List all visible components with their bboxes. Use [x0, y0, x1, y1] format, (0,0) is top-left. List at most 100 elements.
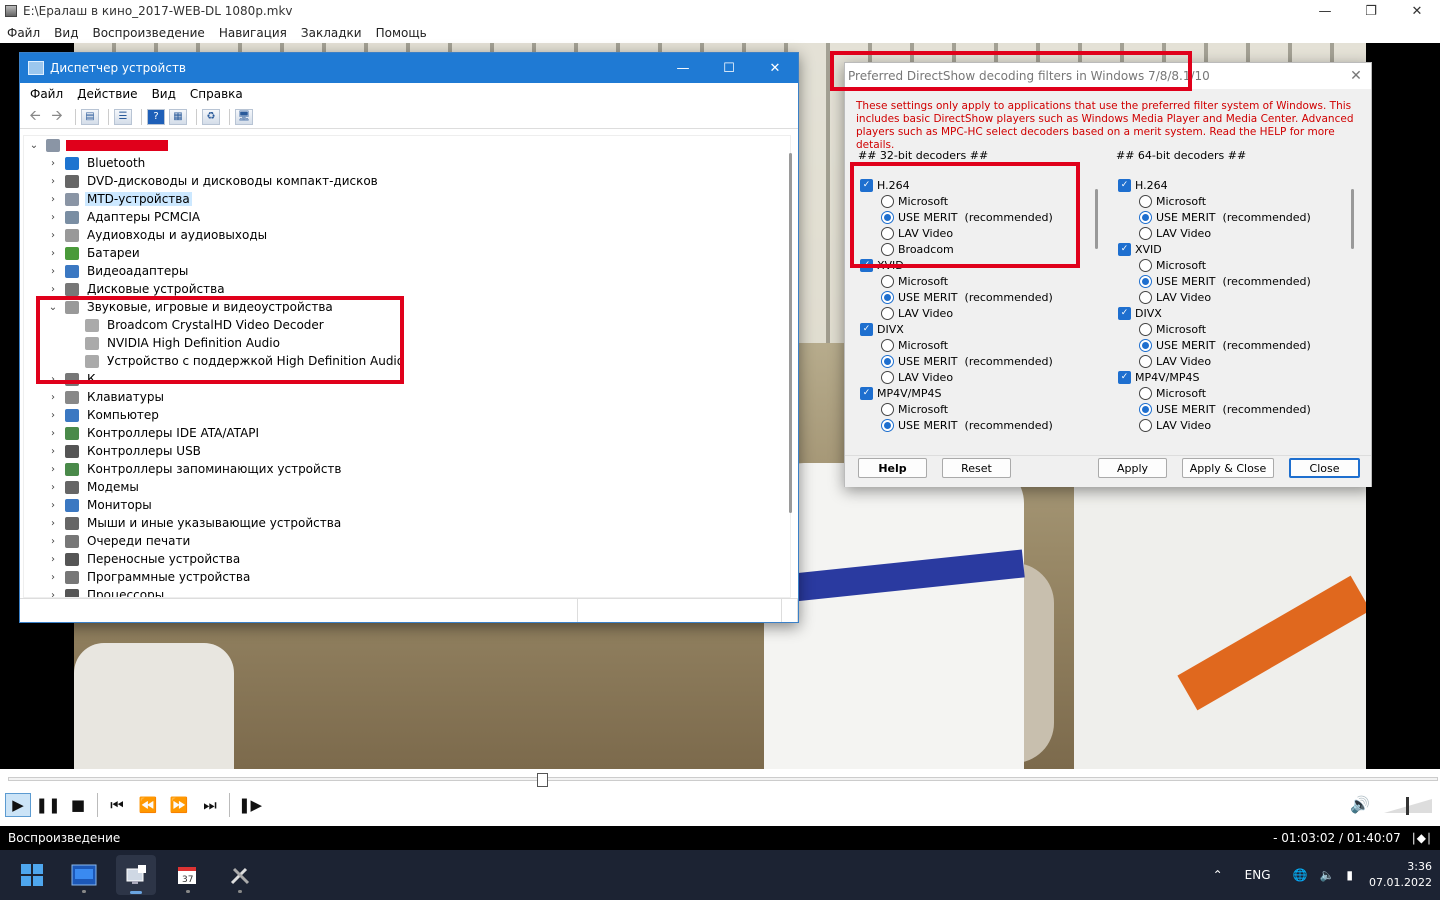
seek-bar[interactable]	[8, 777, 1438, 781]
tree-category[interactable]: › MTD-устройства	[24, 190, 790, 208]
decoder-option[interactable]: USE MERIT (recommended)	[1118, 401, 1348, 417]
chevron-right-icon[interactable]: ›	[47, 446, 59, 457]
tree-category[interactable]: ⌄ Звуковые, игровые и видеоустройства	[24, 298, 790, 316]
chevron-right-icon[interactable]: ›	[47, 554, 59, 565]
codec-checkbox-row[interactable]: ✓ XVID	[1118, 241, 1348, 257]
radio-icon[interactable]	[1139, 402, 1152, 416]
minimize-icon[interactable]: —	[1302, 0, 1348, 22]
decoder-option[interactable]: USE MERIT (recommended)	[860, 289, 1090, 305]
taskbar-app-devmgr[interactable]	[116, 855, 156, 895]
decoder-option[interactable]: USE MERIT (recommended)	[1118, 209, 1348, 225]
menu-action[interactable]: Действие	[77, 87, 137, 101]
chevron-right-icon[interactable]: ›	[47, 464, 59, 475]
tree-category[interactable]: › Контроллеры запоминающих устройств	[24, 460, 790, 478]
reset-button[interactable]: Reset	[942, 458, 1011, 478]
tree-category[interactable]: › Аудиовходы и аудиовыходы	[24, 226, 790, 244]
chevron-right-icon[interactable]: ›	[47, 230, 59, 241]
tree-device[interactable]: Broadcom CrystalHD Video Decoder	[24, 316, 790, 334]
tree-category[interactable]: › DVD-дисководы и дисководы компакт-диско…	[24, 172, 790, 190]
decoder-option[interactable]: Microsoft	[860, 193, 1090, 209]
decoder-option[interactable]: Broadcom	[860, 241, 1090, 257]
menu-file[interactable]: Файл	[7, 26, 40, 40]
menu-file[interactable]: Файл	[30, 87, 63, 101]
tree-category[interactable]: › Адаптеры PCMCIA	[24, 208, 790, 226]
checkbox-checked-icon[interactable]: ✓	[1118, 178, 1131, 192]
tree-category[interactable]: › Переносные устройства	[24, 550, 790, 568]
volume-icon[interactable]: 🔊	[1350, 795, 1370, 814]
help-icon[interactable]: ?	[147, 108, 165, 125]
tree-category[interactable]: › Программные устройства	[24, 568, 790, 586]
radio-icon[interactable]	[881, 418, 894, 432]
frame-step-button[interactable]: ❚▶	[237, 793, 263, 817]
tree-category[interactable]: › Батареи	[24, 244, 790, 262]
col32-scrollbar[interactable]	[1095, 189, 1098, 249]
chevron-right-icon[interactable]: ›	[47, 212, 59, 223]
menu-play[interactable]: Воспроизведение	[92, 26, 204, 40]
chevron-down-icon[interactable]: ⌄	[47, 302, 59, 313]
minimize-icon[interactable]: —	[660, 57, 706, 79]
menu-help[interactable]: Справка	[190, 87, 243, 101]
chevron-right-icon[interactable]: ›	[47, 248, 59, 259]
decoder-option[interactable]: LAV Video	[1118, 225, 1348, 241]
radio-icon[interactable]	[1139, 226, 1152, 240]
checkbox-checked-icon[interactable]: ✓	[860, 258, 873, 272]
radio-icon[interactable]	[881, 306, 894, 320]
checkbox-checked-icon[interactable]: ✓	[1118, 370, 1131, 384]
menu-favorites[interactable]: Закладки	[301, 26, 362, 40]
radio-icon[interactable]	[1139, 194, 1152, 208]
tree-category[interactable]: › К...	[24, 370, 790, 388]
start-button[interactable]	[12, 855, 52, 895]
radio-icon[interactable]	[881, 354, 894, 368]
pause-button[interactable]: ❚❚	[35, 793, 61, 817]
menu-view[interactable]: Вид	[54, 26, 78, 40]
codec-checkbox-row[interactable]: ✓ MP4V/MP4S	[1118, 369, 1348, 385]
tree-category[interactable]: › Клавиатуры	[24, 388, 790, 406]
decoder-option[interactable]: LAV Video	[860, 225, 1090, 241]
update-driver-icon[interactable]: ♻	[202, 108, 220, 125]
chevron-right-icon[interactable]: ›	[47, 590, 59, 598]
decoder-option[interactable]: USE MERIT (recommended)	[860, 353, 1090, 369]
maximize-icon[interactable]: ❐	[1348, 0, 1394, 22]
decoder-option[interactable]: USE MERIT (recommended)	[1118, 337, 1348, 353]
properties-icon[interactable]: ▤	[81, 108, 99, 125]
chevron-right-icon[interactable]: ›	[47, 374, 59, 385]
radio-icon[interactable]	[881, 274, 894, 288]
checkbox-checked-icon[interactable]: ✓	[1118, 306, 1131, 320]
decoder-option[interactable]: Microsoft	[1118, 257, 1348, 273]
chevron-right-icon[interactable]: ›	[47, 392, 59, 403]
taskbar-app-tools[interactable]	[220, 855, 260, 895]
tree-category[interactable]: › Контроллеры USB	[24, 442, 790, 460]
decoder-option[interactable]: LAV Video	[860, 305, 1090, 321]
battery-icon[interactable]: ▮	[1346, 868, 1353, 882]
play-button[interactable]: ▶	[5, 793, 31, 817]
chevron-down-icon[interactable]: ⌄	[28, 140, 40, 151]
checkbox-checked-icon[interactable]: ✓	[1118, 242, 1131, 256]
forward-button[interactable]: ⏩	[166, 793, 192, 817]
volume-slider[interactable]	[1384, 795, 1436, 815]
decoder-option[interactable]: LAV Video	[1118, 353, 1348, 369]
speaker-icon[interactable]: 🔈	[1319, 868, 1334, 882]
tree-category[interactable]: › Мыши и иные указывающие устройства	[24, 514, 790, 532]
chevron-right-icon[interactable]: ›	[47, 428, 59, 439]
close-button[interactable]: Close	[1289, 458, 1360, 478]
codec-checkbox-row[interactable]: ✓ H.264	[1118, 177, 1348, 193]
globe-icon[interactable]: 🌐	[1293, 868, 1308, 882]
tree-category[interactable]: › Мониторы	[24, 496, 790, 514]
chevron-right-icon[interactable]: ›	[47, 176, 59, 187]
decoder-option[interactable]: Microsoft	[860, 337, 1090, 353]
decoder-option[interactable]: Microsoft	[860, 401, 1090, 417]
decoder-option[interactable]: LAV Video	[1118, 417, 1348, 432]
radio-icon[interactable]	[1139, 210, 1152, 224]
chevron-right-icon[interactable]: ›	[47, 518, 59, 529]
radio-icon[interactable]	[1139, 386, 1152, 400]
chevron-right-icon[interactable]: ›	[47, 410, 59, 421]
radio-icon[interactable]	[881, 210, 894, 224]
chevron-right-icon[interactable]: ›	[47, 158, 59, 169]
decoder-option[interactable]: LAV Video	[860, 369, 1090, 385]
chevron-right-icon[interactable]: ›	[47, 572, 59, 583]
volume-thumb[interactable]	[1405, 797, 1409, 815]
radio-icon[interactable]	[881, 338, 894, 352]
decoder-option[interactable]: Microsoft	[1118, 321, 1348, 337]
decoder-option[interactable]: LAV Video	[1118, 289, 1348, 305]
radio-icon[interactable]	[881, 242, 894, 256]
